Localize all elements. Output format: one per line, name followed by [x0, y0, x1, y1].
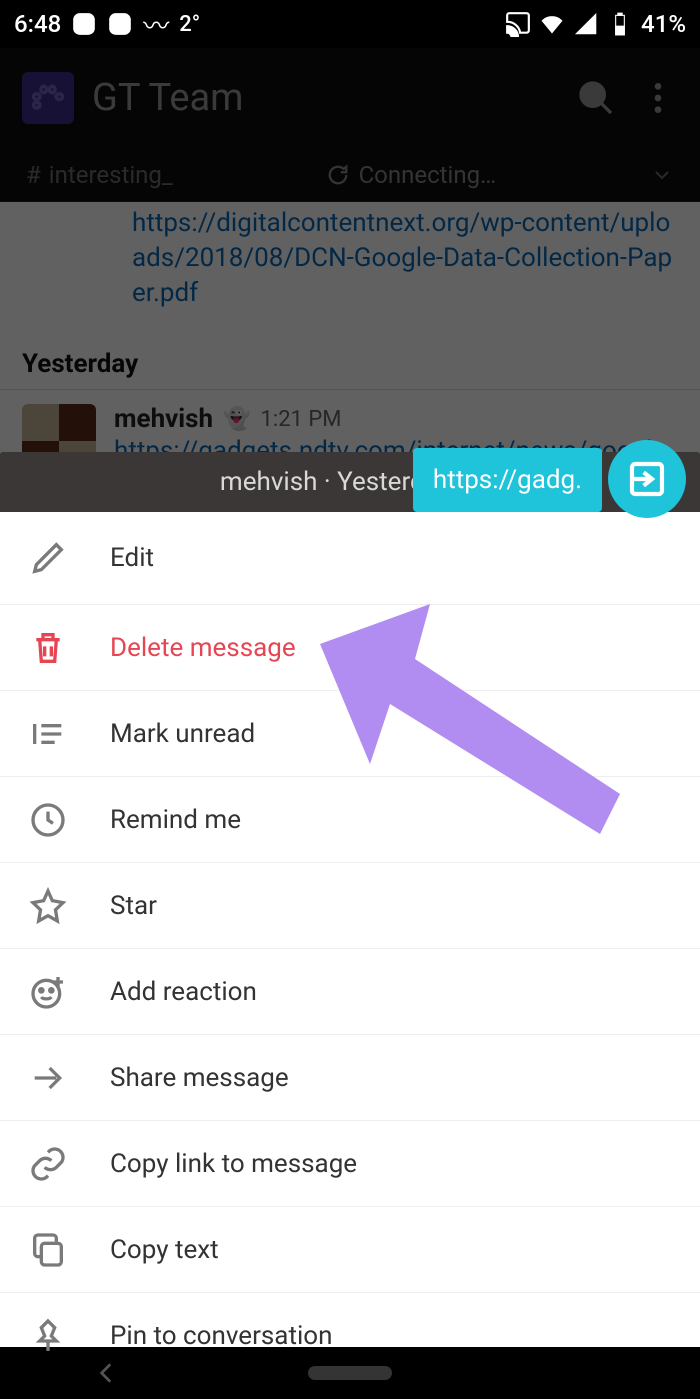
- link-icon: [28, 1144, 68, 1184]
- channel-name: interesting_: [49, 161, 173, 189]
- menu-item-pin[interactable]: Pin to conversation: [0, 1292, 700, 1378]
- menu-label: Copy link to message: [110, 1149, 357, 1179]
- share-arrow-icon: [28, 1058, 68, 1098]
- menu-label: Remind me: [110, 805, 241, 835]
- menu-label: Mark unread: [110, 719, 255, 749]
- copy-icon: [28, 1230, 68, 1270]
- app-header: GT Team: [0, 48, 700, 148]
- status-bar: 6:48 〰 2° 41%: [0, 0, 700, 48]
- cast-icon: [505, 11, 531, 37]
- star-icon: [28, 886, 68, 926]
- link-preview-chip[interactable]: https://gadg.: [413, 448, 602, 512]
- menu-item-share[interactable]: Share message: [0, 1034, 700, 1120]
- date-separator: Yesterday: [0, 329, 700, 390]
- menu-label: Star: [110, 891, 157, 921]
- trash-icon: [28, 628, 68, 668]
- menu-item-react[interactable]: Add reaction: [0, 948, 700, 1034]
- hash-icon: #: [26, 161, 41, 189]
- open-link-fab[interactable]: [608, 440, 686, 518]
- menu-label: Delete message: [110, 633, 296, 663]
- instagram-icon: [71, 11, 97, 37]
- menu-item-star[interactable]: Star: [0, 862, 700, 948]
- menu-item-copy-text[interactable]: Copy text: [0, 1206, 700, 1292]
- clock: 6:48: [14, 10, 61, 38]
- chevron-down-icon[interactable]: [650, 163, 674, 187]
- menu-label: Pin to conversation: [110, 1321, 332, 1351]
- list-icon: [28, 714, 68, 754]
- signal-icon: [573, 11, 599, 37]
- menu-label: Share message: [110, 1063, 289, 1093]
- connection-status: Connecting…: [173, 161, 650, 189]
- menu-item-copy-link[interactable]: Copy link to message: [0, 1120, 700, 1206]
- workspace-title[interactable]: GT Team: [92, 76, 554, 120]
- battery-percent: 41%: [641, 10, 686, 38]
- workspace-avatar[interactable]: [22, 72, 74, 124]
- menu-label: Copy text: [110, 1235, 219, 1265]
- search-icon[interactable]: [576, 78, 616, 118]
- wifi-icon: [539, 11, 565, 37]
- clock-icon: [28, 800, 68, 840]
- emoji-plus-icon: [28, 972, 68, 1012]
- message-actions-sheet: mehvish · Yesterday at Edit Delete messa…: [0, 452, 700, 1347]
- pencil-icon: [28, 538, 68, 578]
- message-user[interactable]: mehvish: [114, 404, 213, 434]
- temperature: 2°: [179, 12, 200, 37]
- message-time: 1:21 PM: [261, 407, 342, 432]
- menu-item-edit[interactable]: Edit: [0, 512, 700, 604]
- menu-item-mark-unread[interactable]: Mark unread: [0, 690, 700, 776]
- instagram-icon: [107, 11, 133, 37]
- battery-icon: [607, 11, 633, 37]
- menu-item-delete[interactable]: Delete message: [0, 604, 700, 690]
- ghost-icon: 👻: [223, 407, 250, 432]
- overflow-icon[interactable]: [638, 78, 678, 118]
- menu-label: Edit: [110, 543, 154, 573]
- pin-icon: [28, 1316, 68, 1356]
- mustache-icon: 〰: [143, 6, 169, 43]
- menu-label: Add reaction: [110, 977, 257, 1007]
- channel-row[interactable]: # interesting_ Connecting…: [0, 148, 700, 202]
- menu-item-remind[interactable]: Remind me: [0, 776, 700, 862]
- message-link[interactable]: https://digitalcontentnext.org/wp-conten…: [0, 202, 700, 329]
